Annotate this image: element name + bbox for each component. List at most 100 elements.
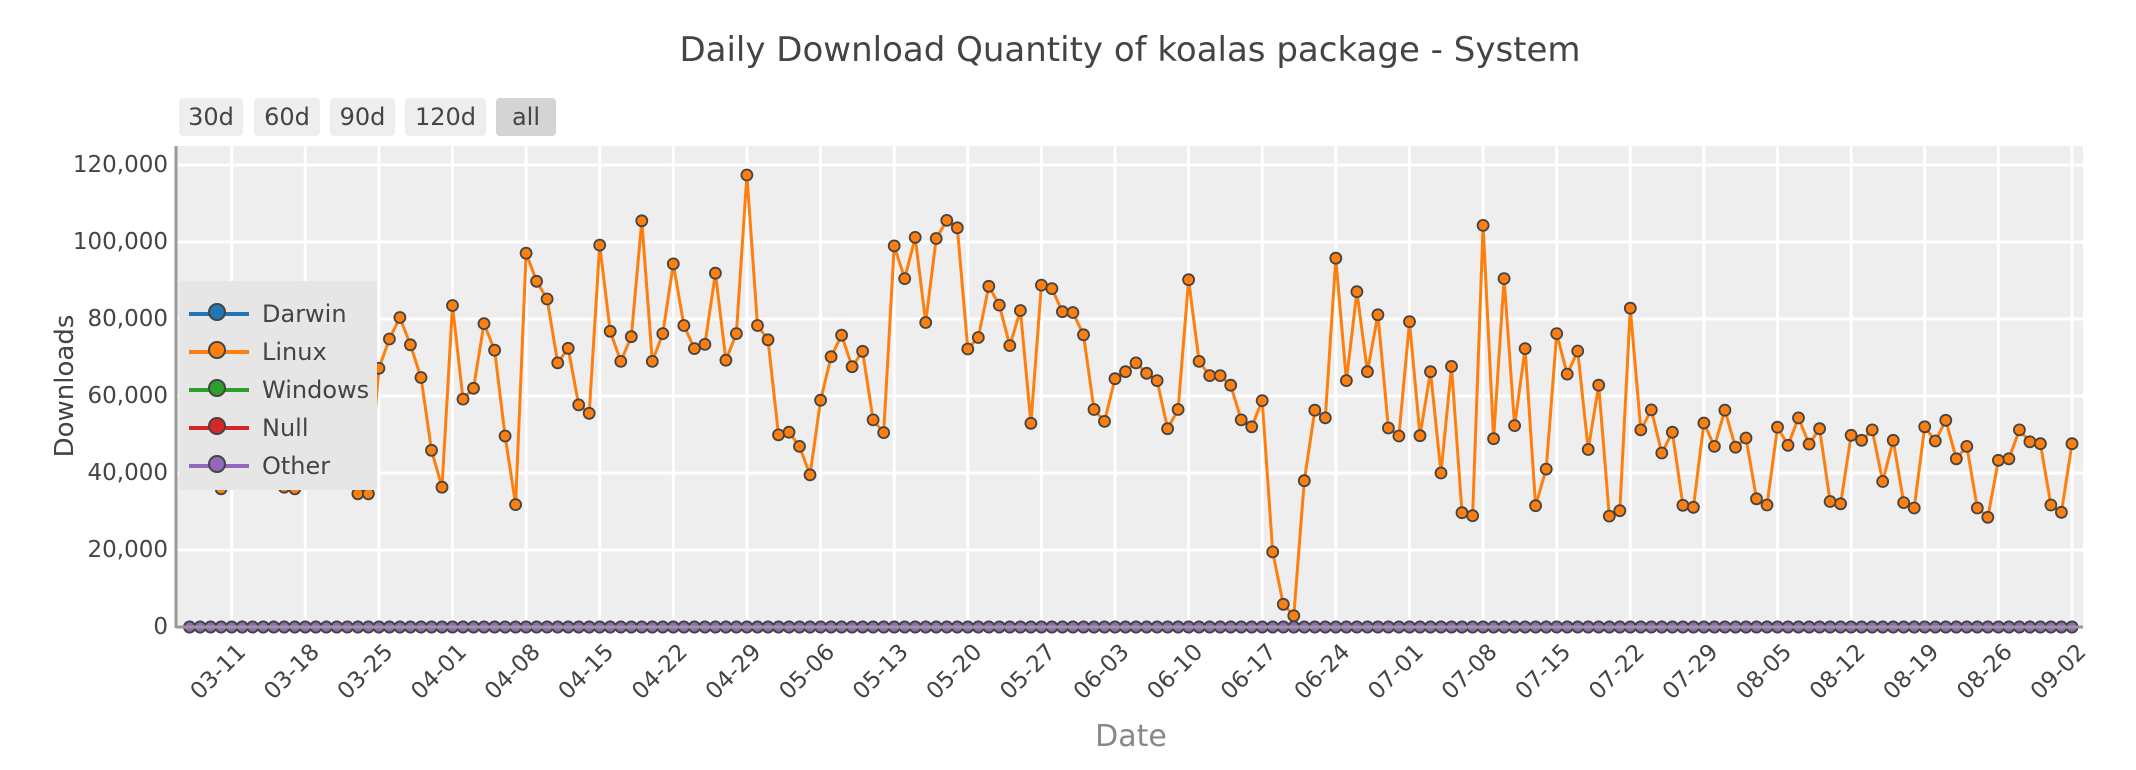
data-point-linux[interactable]	[403, 338, 417, 352]
data-point-linux[interactable]	[1371, 308, 1385, 322]
data-point-linux[interactable]	[835, 328, 848, 342]
data-point-linux[interactable]	[1560, 367, 1574, 381]
data-point-linux[interactable]	[1077, 328, 1090, 342]
data-point-linux[interactable]	[1350, 285, 1364, 299]
data-point-linux[interactable]	[1434, 466, 1448, 480]
data-point-linux[interactable]	[1592, 378, 1606, 392]
data-point-linux[interactable]	[1203, 369, 1217, 383]
data-point-linux[interactable]	[1518, 342, 1532, 356]
data-point-linux[interactable]	[688, 342, 701, 356]
data-point-linux[interactable]	[1960, 439, 1974, 453]
data-point-linux[interactable]	[709, 266, 722, 280]
data-point-linux[interactable]	[1445, 359, 1458, 373]
data-point-linux[interactable]	[856, 344, 869, 358]
data-point-linux[interactable]	[1045, 282, 1059, 296]
data-point-linux[interactable]	[1087, 403, 1101, 416]
data-point-linux[interactable]	[1066, 306, 1080, 319]
data-point-linux[interactable]	[761, 333, 775, 347]
data-point-linux[interactable]	[2054, 505, 2068, 519]
data-point-linux[interactable]	[751, 319, 764, 332]
data-point-linux[interactable]	[1234, 413, 1248, 427]
data-point-linux[interactable]	[1318, 411, 1332, 425]
data-point-linux[interactable]	[803, 468, 817, 482]
data-point-linux[interactable]	[1424, 365, 1437, 379]
data-point-linux[interactable]	[1623, 301, 1637, 315]
data-point-linux[interactable]	[1634, 423, 1648, 437]
data-point-linux[interactable]	[887, 239, 901, 253]
data-point-linux[interactable]	[393, 311, 407, 324]
data-point-linux[interactable]	[1361, 365, 1374, 379]
data-point-linux[interactable]	[1192, 354, 1206, 368]
data-point-linux[interactable]	[509, 498, 522, 512]
data-point-linux[interactable]	[740, 168, 754, 182]
data-point-linux[interactable]	[1392, 429, 1406, 443]
data-point-linux[interactable]	[1928, 434, 1942, 448]
data-point-linux[interactable]	[866, 413, 880, 427]
legend-item-windows[interactable]: Windows	[179, 371, 377, 409]
data-point-linux[interactable]	[1939, 413, 1953, 427]
data-point-linux[interactable]	[1213, 369, 1227, 383]
data-point-linux[interactable]	[645, 354, 659, 368]
data-point-linux[interactable]	[793, 439, 806, 453]
data-point-linux[interactable]	[1718, 403, 1732, 417]
data-point-linux[interactable]	[593, 238, 607, 252]
data-point-linux[interactable]	[2013, 423, 2026, 437]
data-point-linux[interactable]	[1760, 498, 1774, 512]
data-point-linux[interactable]	[1056, 305, 1069, 319]
data-point-linux[interactable]	[698, 337, 712, 351]
data-point-linux[interactable]	[530, 274, 543, 288]
data-point-linux[interactable]	[1602, 509, 1616, 523]
data-point-linux[interactable]	[446, 299, 459, 312]
data-point-linux[interactable]	[1529, 499, 1542, 513]
data-point-linux[interactable]	[1403, 315, 1416, 329]
data-point-linux[interactable]	[940, 213, 954, 227]
data-point-linux[interactable]	[929, 232, 943, 245]
data-point-linux[interactable]	[1487, 432, 1500, 446]
data-point-linux[interactable]	[2034, 437, 2047, 451]
data-point-linux[interactable]	[877, 426, 891, 440]
data-point-linux[interactable]	[1813, 422, 1826, 436]
data-point-linux[interactable]	[456, 392, 470, 406]
data-point-linux[interactable]	[1644, 403, 1658, 417]
data-point-linux[interactable]	[1992, 453, 2005, 467]
data-point-linux[interactable]	[1119, 365, 1132, 379]
data-point-linux[interactable]	[1035, 278, 1048, 292]
data-point-linux[interactable]	[1508, 419, 1521, 433]
data-point-linux[interactable]	[908, 230, 922, 244]
data-point-linux[interactable]	[1613, 504, 1627, 518]
data-point-linux[interactable]	[603, 324, 617, 338]
data-point-linux[interactable]	[1329, 251, 1343, 265]
data-point-linux[interactable]	[1003, 339, 1017, 353]
data-point-linux[interactable]	[1140, 366, 1153, 380]
data-point-linux[interactable]	[1781, 438, 1795, 452]
data-point-linux[interactable]	[2065, 437, 2079, 451]
legend-item-darwin[interactable]: Darwin	[179, 295, 377, 333]
data-point-linux[interactable]	[992, 298, 1006, 312]
data-point-linux[interactable]	[845, 360, 859, 374]
data-point-linux[interactable]	[1108, 372, 1122, 386]
data-point-linux[interactable]	[1949, 452, 1963, 466]
data-point-linux[interactable]	[1666, 425, 1679, 439]
data-point-linux[interactable]	[488, 343, 502, 357]
data-point-linux[interactable]	[2023, 435, 2037, 449]
data-point-linux[interactable]	[1855, 433, 1868, 447]
data-point-linux[interactable]	[561, 341, 575, 355]
data-point-linux[interactable]	[1907, 501, 1921, 515]
data-point-linux[interactable]	[1455, 506, 1469, 520]
data-point-linux[interactable]	[1171, 403, 1185, 416]
data-point-linux[interactable]	[635, 214, 649, 228]
data-point-linux[interactable]	[614, 354, 628, 368]
data-point-linux[interactable]	[2002, 452, 2016, 466]
data-point-linux[interactable]	[1129, 356, 1143, 370]
data-point-linux[interactable]	[971, 331, 985, 344]
data-point-linux[interactable]	[666, 257, 680, 271]
data-point-linux[interactable]	[624, 330, 638, 344]
data-point-linux[interactable]	[919, 316, 933, 329]
data-point-linux[interactable]	[1340, 374, 1353, 388]
data-point-linux[interactable]	[772, 428, 785, 442]
data-point-linux[interactable]	[1655, 446, 1669, 460]
data-point-linux[interactable]	[1308, 403, 1322, 417]
data-point-linux[interactable]	[1466, 509, 1479, 523]
data-point-linux[interactable]	[2044, 498, 2058, 512]
data-point-linux[interactable]	[1497, 272, 1511, 286]
